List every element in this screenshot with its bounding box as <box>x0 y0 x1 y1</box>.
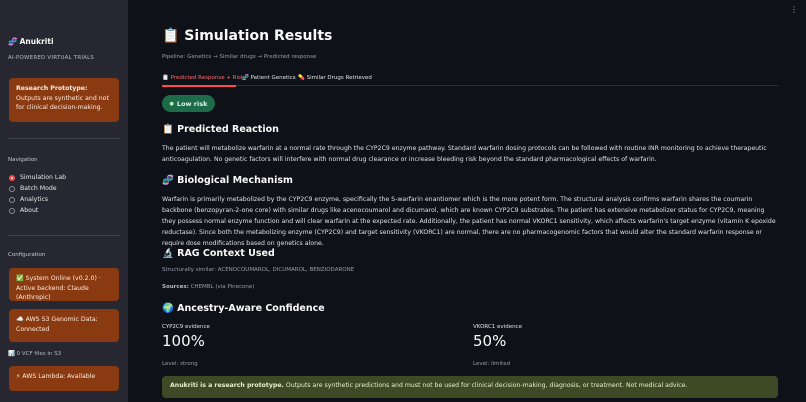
nav-analytics[interactable]: Analytics <box>9 196 48 203</box>
confidence-heading: 🌍 Ancestry-Aware Confidence <box>162 303 325 314</box>
metric-vkorc1-level: Level: limited <box>473 361 511 367</box>
mechanism-heading: 🧬 Biological Mechanism <box>162 175 293 186</box>
navigation-title: Navigation <box>8 157 38 163</box>
status-card-system: ✅ System Online (v0.2.0) · Active backen… <box>9 268 119 301</box>
metric-vkorc1-label: VKORC1 evidence <box>473 324 522 330</box>
vcf-note: 📊 0 VCF files in S3 <box>8 351 62 357</box>
brand-subtitle: AI-POWERED VIRTUAL TRIALS <box>8 55 95 61</box>
main-content: 📋 Simulation Results Pipeline: Genetics … <box>128 26 806 402</box>
mechanism-text: Warfarin is primarily metabolized by the… <box>162 196 776 247</box>
status-dot-icon: ● <box>169 100 174 107</box>
disclaimer-text: Outputs are synthetic predictions and mu… <box>283 382 688 389</box>
tab-similar-drugs[interactable]: 💊 Similar Drugs Retrieved <box>298 75 372 81</box>
page-title: 📋 Simulation Results <box>162 28 333 44</box>
nav-label: About <box>20 207 39 214</box>
rag-sources-value: CHEMBL (via Pinecone) <box>188 284 255 290</box>
result-tabs: 📋 Predicted Response + Risk 🧬 Patient Ge… <box>162 72 778 87</box>
nav-simulation-lab[interactable]: Simulation Lab <box>9 174 66 181</box>
risk-badge-label: Low risk <box>176 99 208 108</box>
kebab-menu-icon[interactable]: ⋮ <box>790 5 798 14</box>
sidebar-divider <box>8 235 120 236</box>
sidebar: 🧬 Anukriti AI-POWERED VIRTUAL TRIALS Res… <box>0 0 128 402</box>
metric-cyp2c9-value: 100% <box>162 332 205 350</box>
brand: 🧬 Anukriti <box>8 37 54 46</box>
disclaimer-banner: Anukriti is a research prototype. Output… <box>162 376 778 398</box>
rag-sources: Sources: CHEMBL (via Pinecone) <box>162 284 254 290</box>
prototype-alert-bold: Research Prototype: <box>16 85 88 92</box>
pipeline-breadcrumb: Pipeline: Genetics → Similar drugs → Pre… <box>162 54 317 60</box>
metric-cyp2c9-level: Level: strong <box>162 361 198 367</box>
reaction-heading: 📋 Predicted Reaction <box>162 124 279 135</box>
tab-patient-genetics[interactable]: 🧬 Patient Genetics <box>242 75 296 81</box>
nav-label: Batch Mode <box>20 185 57 192</box>
top-bar: ⋮ <box>128 0 806 26</box>
dna-icon: 🧬 <box>8 37 18 46</box>
nav-label: Analytics <box>20 196 49 203</box>
status-card-s3: ☁️ AWS S3 Genomic Data: Connected <box>9 309 119 342</box>
radio-icon <box>9 185 15 192</box>
radio-icon <box>9 207 15 214</box>
metric-cyp2c9-label: CYP2C9 evidence <box>162 324 210 330</box>
rag-similar: Structurally similar: ACENOCOUMAROL, DIC… <box>162 267 355 273</box>
radio-selected-icon <box>9 174 15 181</box>
rag-heading: 🔬 RAG Context Used <box>162 248 275 259</box>
disclaimer-bold: Anukriti is a research prototype. <box>170 382 284 389</box>
risk-badge: ● Low risk <box>162 95 215 112</box>
nav-label: Simulation Lab <box>20 174 67 181</box>
brand-title: Anukriti <box>19 37 54 46</box>
prototype-alert: Research Prototype: Outputs are syntheti… <box>9 78 119 122</box>
configuration-title: Configuration <box>8 252 46 258</box>
sidebar-divider <box>8 138 120 139</box>
status-card-lambda: ⚡ AWS Lambda: Available <box>9 366 119 391</box>
nav-about[interactable]: About <box>9 207 38 214</box>
rag-sources-label: Sources: <box>162 284 189 290</box>
radio-icon <box>9 196 15 203</box>
tab-predicted-response[interactable]: 📋 Predicted Response + Risk <box>162 75 244 81</box>
reaction-text: The patient will metabolize warfarin at … <box>162 145 767 163</box>
nav-batch-mode[interactable]: Batch Mode <box>9 185 57 192</box>
metric-vkorc1-value: 50% <box>473 332 507 350</box>
active-tab-indicator <box>162 85 236 87</box>
prototype-alert-text: Outputs are synthetic and not for clinic… <box>16 94 109 112</box>
